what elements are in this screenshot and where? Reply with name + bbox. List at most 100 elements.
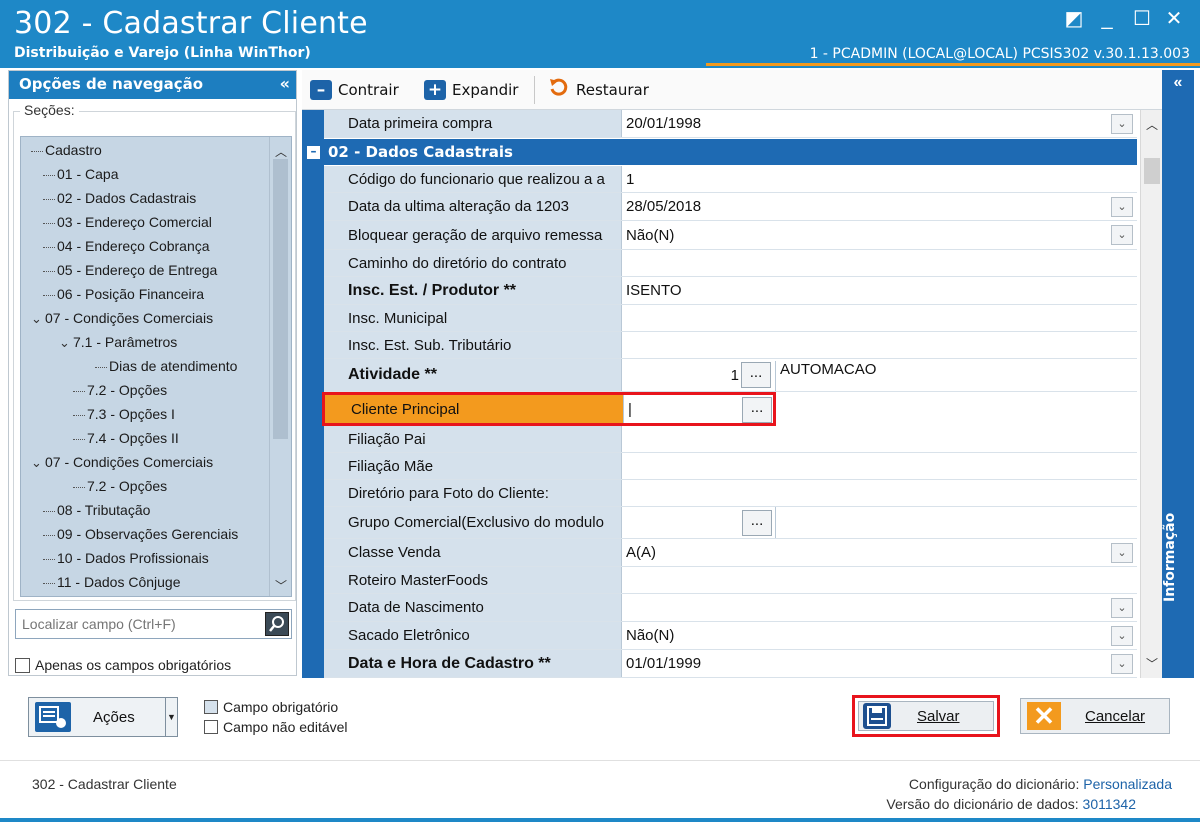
expand-arrow-icon[interactable]: ⌄ — [59, 332, 73, 354]
grid-row-insc-municipal[interactable]: Insc. Municipal — [324, 305, 1137, 332]
dropdown-icon[interactable]: ⌄ — [1111, 597, 1133, 618]
expand-arrow-icon[interactable]: ⌄ — [31, 308, 45, 330]
actions-button[interactable]: Ações ▼ — [28, 697, 178, 737]
tree-item[interactable]: 11 - Dados Cônjuge — [43, 571, 180, 593]
tree-item[interactable]: Cadastro — [31, 139, 102, 161]
window-subtitle: Distribuição e Varejo (Linha WinThor) — [14, 45, 311, 61]
collapse-button[interactable]: – Contrair — [310, 78, 399, 102]
dictionary-config-link[interactable]: Personalizada — [1083, 776, 1172, 792]
tree-item[interactable]: 06 - Posição Financeira — [43, 283, 204, 305]
grid-row-diretorio-foto[interactable]: Diretório para Foto do Cliente: — [324, 480, 1137, 507]
collapse-nav-icon[interactable]: « — [280, 74, 290, 93]
grid-row-grupo-comercial[interactable]: Grupo Comercial(Exclusivo do modulo ... — [324, 507, 1137, 539]
grid-row-atividade[interactable]: Atividade ** 1 ... AUTOMACAO — [324, 359, 1137, 392]
checkbox-icon[interactable] — [15, 657, 30, 673]
plus-icon: + — [424, 80, 446, 100]
grid-row-codigo-funcionario[interactable]: Código do funcionario que realizou a a 1 — [324, 166, 1137, 193]
restore-button[interactable]: Restaurar — [548, 78, 649, 102]
grid-row-insc-sub-tributario[interactable]: Insc. Est. Sub. Tributário — [324, 332, 1137, 359]
tree-item[interactable]: ⌄ 07 - Condições Comerciais — [31, 307, 213, 329]
scroll-up-icon[interactable]: ︿ — [1141, 116, 1163, 133]
grid-row-caminho-contrato[interactable]: Caminho do diretório do contrato — [324, 250, 1137, 277]
footer-screen-name: 302 - Cadastrar Cliente — [32, 776, 177, 792]
only-required-checkbox[interactable]: Apenas os campos obrigatórios — [15, 657, 231, 673]
actions-dropdown-icon[interactable]: ▼ — [165, 698, 177, 736]
legend-readonly-swatch — [204, 720, 218, 734]
lookup-button[interactable]: ... — [742, 510, 772, 536]
grid-row-filiacao-pai[interactable]: Filiação Pai — [324, 426, 1137, 453]
expand-info-icon[interactable]: « — [1162, 74, 1194, 92]
grid-gutter — [302, 110, 324, 678]
sections-tree: Cadastro 01 - Capa 02 - Dados Cadastrais… — [20, 136, 292, 597]
tree-item[interactable]: 01 - Capa — [43, 163, 118, 185]
grid-row-data-primeira-compra[interactable]: Data primeira compra 20/01/1998 ⌄ — [324, 110, 1137, 138]
tree-item[interactable]: 7.3 - Opções I — [73, 403, 175, 425]
grid-row-cliente-principal[interactable]: Cliente Principal | ... — [322, 392, 776, 426]
tree-item[interactable]: 02 - Dados Cadastrais — [43, 187, 196, 209]
expand-arrow-icon[interactable]: ⌄ — [31, 452, 45, 474]
dropdown-icon[interactable]: ⌄ — [1111, 625, 1133, 646]
cliente-principal-input[interactable]: | — [628, 401, 632, 418]
tree-item[interactable]: 08 - Tributação — [43, 499, 150, 521]
scroll-down-icon[interactable]: ﹀ — [270, 577, 291, 594]
minus-icon: – — [310, 80, 332, 100]
tree-scrollbar[interactable]: ︿ ﹀ — [269, 137, 291, 596]
tree-item[interactable]: ⌄ 7.1 - Parâmetros — [59, 331, 177, 353]
grid-row-classe-venda[interactable]: Classe Venda A(A) ⌄ — [324, 539, 1137, 567]
maximize-icon[interactable]: ☐ — [1128, 6, 1156, 32]
field-search — [15, 609, 292, 639]
lookup-button[interactable]: ... — [741, 362, 771, 388]
dropdown-icon[interactable]: ⌄ — [1111, 653, 1133, 674]
tree-item[interactable]: ⌄ 07 - Condições Comerciais — [31, 451, 213, 473]
save-button[interactable]: Salvar — [852, 695, 1000, 737]
grid-row-bloquear-remessa[interactable]: Bloquear geração de arquivo remessa Não(… — [324, 221, 1137, 250]
actions-icon — [35, 702, 71, 732]
tree-item[interactable]: Dias de atendimento — [95, 355, 237, 377]
tree-item[interactable]: 7.2 - Opções — [73, 475, 167, 497]
dropdown-icon[interactable]: ⌄ — [1111, 542, 1133, 563]
tree-item[interactable]: 03 - Endereço Comercial — [43, 211, 212, 233]
close-icon[interactable]: ✕ — [1160, 6, 1188, 32]
minimize-icon[interactable]: _ — [1093, 6, 1121, 32]
scroll-up-icon[interactable]: ︿ — [270, 143, 291, 160]
window-title: 302 - Cadastrar Cliente — [14, 6, 368, 41]
search-input[interactable] — [16, 610, 261, 638]
scroll-down-icon[interactable]: ﹀ — [1141, 655, 1163, 672]
tree-item[interactable]: 10 - Dados Profissionais — [43, 547, 209, 569]
grid-scrollbar[interactable]: ︿ ﹀ — [1140, 110, 1162, 678]
grid-row-insc-est-produtor[interactable]: Insc. Est. / Produtor ** ISENTO — [324, 277, 1137, 305]
tree-item[interactable]: 7.4 - Opções II — [73, 427, 179, 449]
tree-item[interactable]: 05 - Endereço de Entrega — [43, 259, 217, 281]
atividade-description: AUTOMACAO — [775, 361, 876, 391]
cancel-button[interactable]: ✕ Cancelar — [1020, 698, 1170, 734]
nav-header: Opções de navegação « — [9, 71, 296, 99]
grid-row-data-nascimento[interactable]: Data de Nascimento ⌄ — [324, 594, 1137, 622]
dictionary-version-value: 3011342 — [1082, 796, 1136, 812]
lookup-button[interactable]: ... — [742, 397, 772, 423]
sections-group: Seções: Cadastro 01 - Capa 02 - Dados Ca… — [13, 102, 296, 601]
collapse-section-icon[interactable]: – — [307, 145, 320, 159]
info-panel[interactable]: « Informação — [1162, 70, 1194, 678]
legend-required-swatch — [204, 700, 218, 714]
close-x-icon: ✕ — [1027, 702, 1061, 730]
tree-item[interactable]: 04 - Endereço Cobrança — [43, 235, 210, 257]
tree-item[interactable]: 09 - Observações Gerenciais — [43, 523, 238, 545]
section-dados-cadastrais[interactable]: – 02 - Dados Cadastrais — [302, 139, 1137, 165]
grid-row-data-ultima-alteracao[interactable]: Data da ultima alteração da 1203 28/05/2… — [324, 193, 1137, 221]
window-bottom-border — [0, 818, 1200, 822]
grid-row-roteiro-masterfoods[interactable]: Roteiro MasterFoods — [324, 567, 1137, 594]
scrollbar-thumb[interactable] — [273, 159, 288, 439]
toolbar-separator — [534, 76, 535, 104]
scrollbar-thumb[interactable] — [1144, 158, 1160, 184]
expand-button[interactable]: + Expandir — [424, 78, 518, 102]
restore-down-icon[interactable]: ◩ — [1060, 6, 1088, 32]
grid-row-filiacao-mae[interactable]: Filiação Mãe — [324, 453, 1137, 480]
grid-row-data-hora-cadastro[interactable]: Data e Hora de Cadastro ** 01/01/1999 ⌄ — [324, 650, 1137, 678]
footer-divider — [0, 760, 1200, 761]
tree-item[interactable]: 7.2 - Opções — [73, 379, 167, 401]
dropdown-icon[interactable]: ⌄ — [1111, 225, 1133, 245]
search-icon[interactable] — [265, 612, 289, 636]
dropdown-icon[interactable]: ⌄ — [1111, 196, 1133, 217]
grid-row-sacado-eletronico[interactable]: Sacado Eletrônico Não(N) ⌄ — [324, 622, 1137, 650]
dropdown-icon[interactable]: ⌄ — [1111, 113, 1133, 134]
